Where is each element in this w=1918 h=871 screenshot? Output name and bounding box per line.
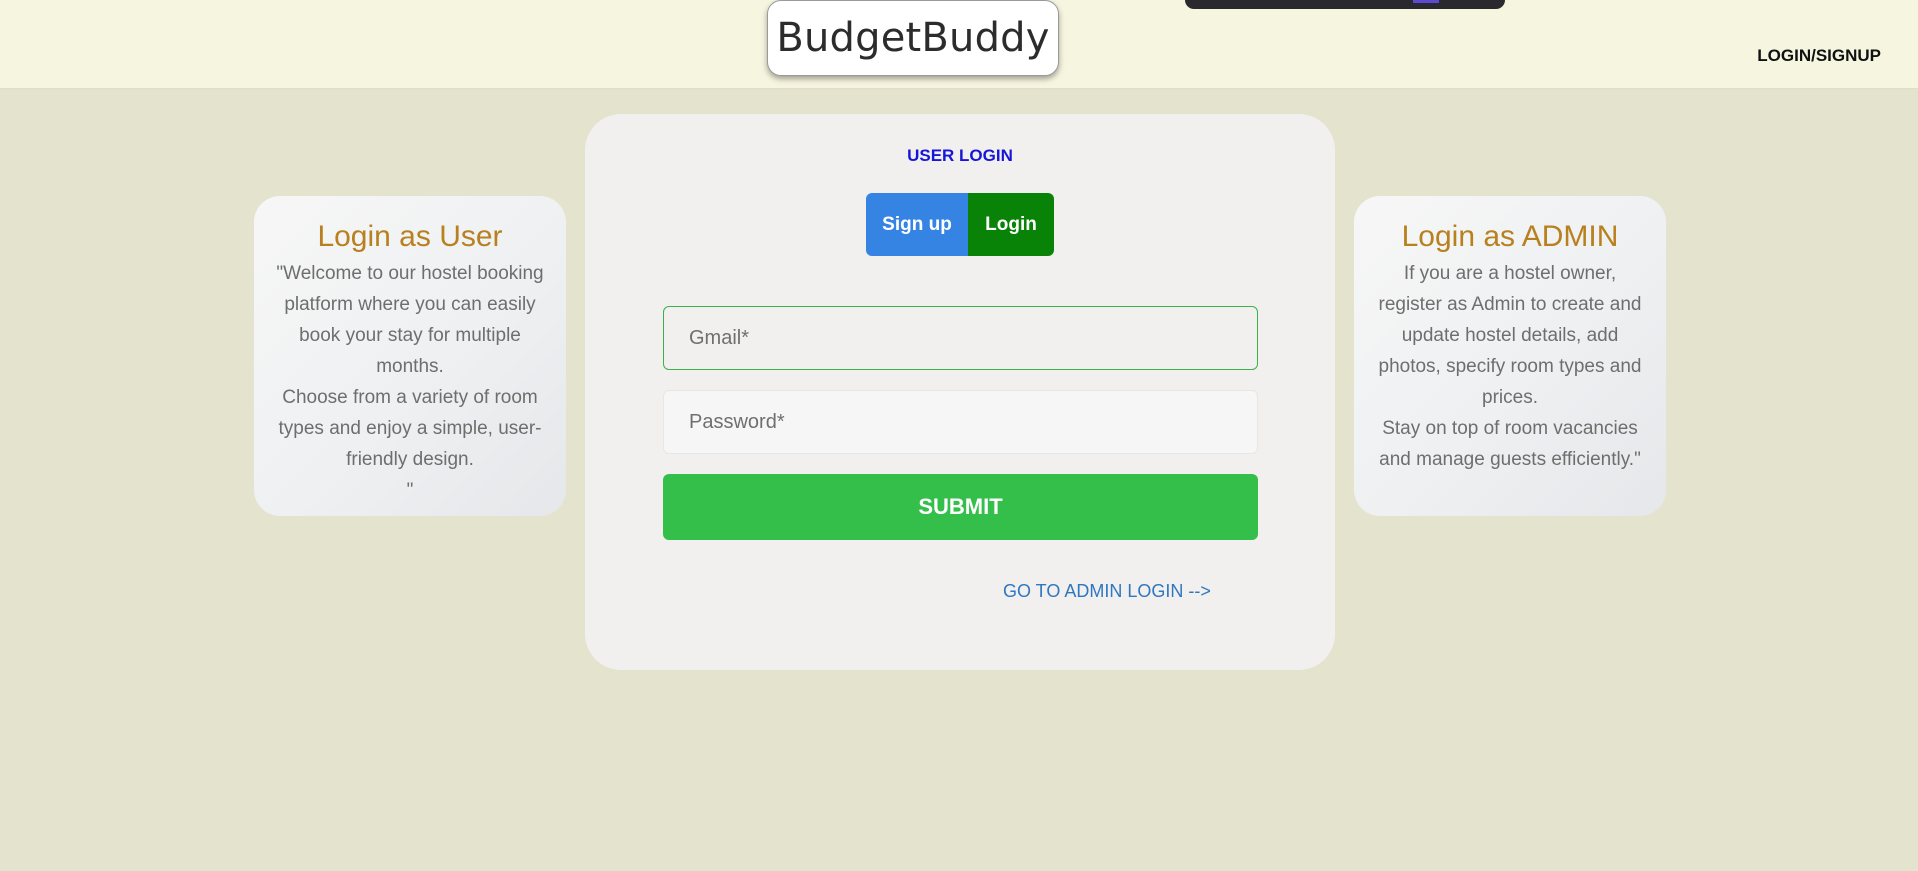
overlay-accent xyxy=(1413,0,1439,3)
auth-mode-toggle: Sign up Login xyxy=(866,193,1054,256)
brand-logo[interactable]: BudgetBuddy xyxy=(767,0,1059,76)
signup-tab-button[interactable]: Sign up xyxy=(866,193,968,256)
login-panel: USER LOGIN Sign up Login SUBMIT GO TO AD… xyxy=(585,114,1335,670)
user-card-title: Login as User xyxy=(317,220,503,253)
admin-card-text: If you are a hostel owner, register as A… xyxy=(1378,263,1642,470)
submit-button[interactable]: SUBMIT xyxy=(663,474,1258,540)
user-card-text: "Welcome to our hostel booking platform … xyxy=(276,263,544,501)
browser-overlay-toolbar xyxy=(1185,0,1505,9)
nav-login-signup-link[interactable]: LOGIN/SIGNUP xyxy=(1757,46,1881,66)
user-info-card: Login as User "Welcome to our hostel boo… xyxy=(254,196,566,516)
header-bar: BudgetBuddy LOGIN/SIGNUP xyxy=(0,0,1918,89)
admin-info-card: Login as ADMIN If you are a hostel owner… xyxy=(1354,196,1666,516)
form-title: USER LOGIN xyxy=(907,146,1013,165)
admin-card-title: Login as ADMIN xyxy=(1401,220,1619,253)
password-input[interactable] xyxy=(663,390,1258,454)
login-tab-button[interactable]: Login xyxy=(968,193,1054,256)
admin-login-link[interactable]: GO TO ADMIN LOGIN --> xyxy=(1003,581,1211,602)
gmail-input[interactable] xyxy=(663,306,1258,370)
